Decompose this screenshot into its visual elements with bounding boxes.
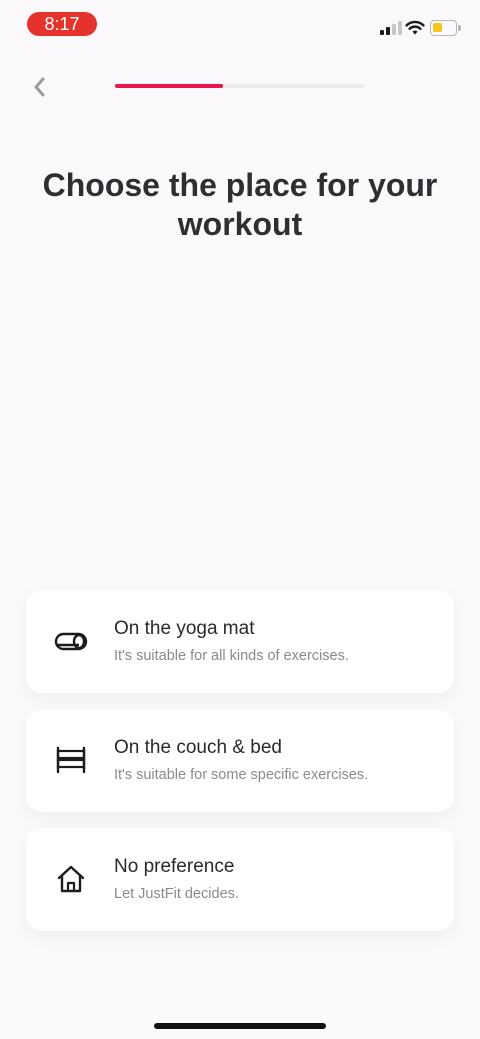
battery-icon bbox=[430, 20, 461, 36]
status-time: 8:17 bbox=[27, 12, 97, 36]
option-description: It's suitable for some specific exercise… bbox=[114, 767, 369, 783]
option-yoga-mat[interactable]: On the yoga mat It's suitable for all ki… bbox=[26, 590, 454, 693]
back-button[interactable] bbox=[26, 74, 52, 100]
chevron-left-icon bbox=[34, 77, 45, 97]
wifi-icon bbox=[405, 20, 425, 35]
onboarding-progress-bar bbox=[115, 84, 365, 88]
bed-icon bbox=[54, 745, 88, 775]
progress-fill bbox=[115, 84, 223, 88]
home-indicator[interactable] bbox=[154, 1023, 326, 1029]
option-title: On the couch & bed bbox=[114, 737, 282, 758]
option-couch-bed[interactable]: On the couch & bed It's suitable for som… bbox=[26, 709, 454, 812]
home-icon bbox=[54, 864, 88, 894]
cellular-signal-icon bbox=[380, 21, 402, 35]
option-no-preference[interactable]: No preference Let JustFit decides. bbox=[26, 828, 454, 931]
page-title: Choose the place for your workout bbox=[42, 167, 438, 242]
status-bar: 8:17 bbox=[0, 0, 480, 50]
option-title: No preference bbox=[114, 856, 235, 877]
option-description: Let JustFit decides. bbox=[114, 886, 239, 902]
yoga-mat-icon bbox=[54, 626, 88, 656]
option-description: It's suitable for all kinds of exercises… bbox=[114, 648, 349, 664]
workout-place-screen: 8:17 Choose the place for your workout O… bbox=[0, 0, 480, 1039]
option-title: On the yoga mat bbox=[114, 618, 255, 639]
